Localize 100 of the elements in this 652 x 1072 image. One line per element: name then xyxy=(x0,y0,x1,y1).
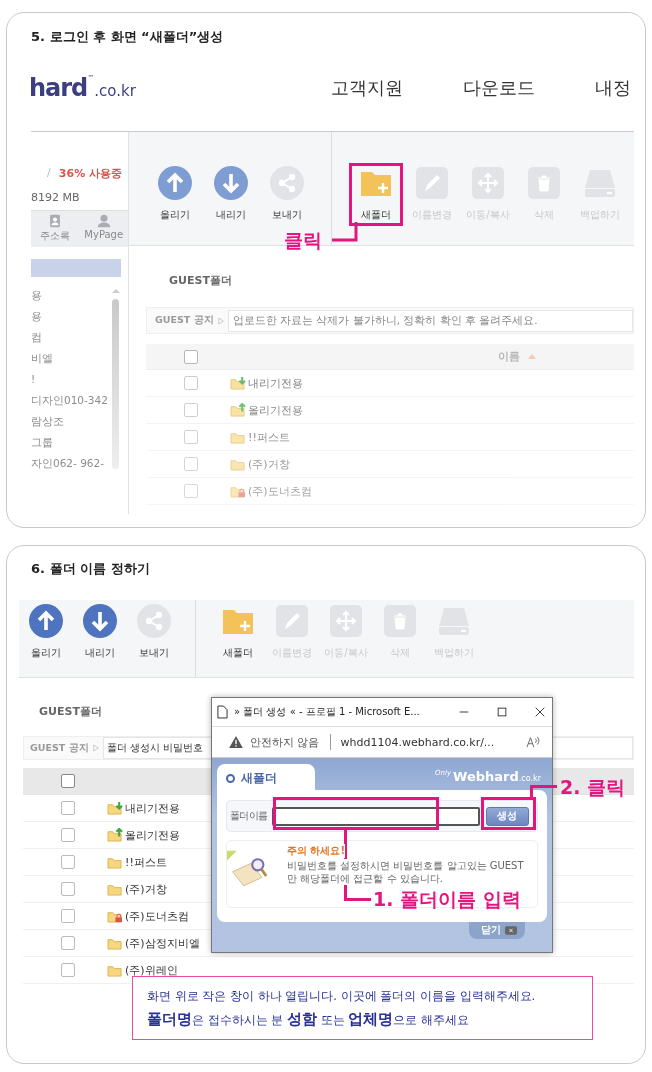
capacity-text: 8192 MB xyxy=(31,191,81,204)
upload-folder-icon xyxy=(230,403,246,417)
toolbar-button[interactable]: 새폴더 xyxy=(211,604,265,660)
locked-folder-icon xyxy=(107,909,123,923)
download-folder-icon xyxy=(230,376,246,390)
shortcut-button[interactable]: 주소록 xyxy=(31,211,80,247)
document-icon xyxy=(217,705,228,719)
folder-title: GUEST폴더 xyxy=(169,273,232,289)
folder-name[interactable]: (주)도너츠컴 xyxy=(248,483,312,499)
callout-text: 2. 클릭 xyxy=(560,775,626,800)
folder-list-item[interactable]: 디자인010-342 xyxy=(31,390,109,411)
folder-list-item[interactable]: 비엘 xyxy=(31,348,109,369)
select-all-checkbox[interactable] xyxy=(61,774,75,788)
step-title: 5. 로그인 후 화면 “새폴더”생성 xyxy=(31,28,224,46)
toolbar-button[interactable]: 보내기 xyxy=(259,166,315,222)
folder-list-item[interactable]: 그룹 xyxy=(31,432,109,453)
trash-icon xyxy=(383,604,417,638)
upload-icon xyxy=(158,166,192,200)
toolbar-button[interactable]: 보내기 xyxy=(127,604,181,660)
folder-name[interactable]: (주)위레인 xyxy=(125,962,178,978)
folder-name[interactable]: !!퍼스트 xyxy=(125,854,167,870)
sort-icon[interactable] xyxy=(528,354,536,359)
maximize-icon[interactable] xyxy=(496,706,508,718)
row-checkbox[interactable] xyxy=(61,909,75,923)
read-aloud-icon[interactable] xyxy=(526,736,540,748)
toolbar-button[interactable]: 올리기 xyxy=(147,166,203,222)
person-icon xyxy=(96,214,111,228)
folder-name[interactable]: (주)도너츠컴 xyxy=(125,908,189,924)
url-text: whdd1104.webhard.co.kr/... xyxy=(340,735,496,749)
leader-line xyxy=(530,785,557,797)
notice-text: 업로드한 자료는 삭제가 불가하니, 정확히 확인 후 올려주세요. xyxy=(227,309,633,332)
address-book-icon xyxy=(48,214,63,228)
row-checkbox[interactable] xyxy=(61,936,75,950)
leader-line xyxy=(332,222,358,242)
upload-folder-icon xyxy=(107,828,123,842)
row-checkbox[interactable] xyxy=(184,457,198,471)
pencil-icon xyxy=(275,604,309,638)
close-icon xyxy=(505,925,517,935)
folder-name[interactable]: 내리기전용 xyxy=(248,375,303,391)
folder-list-item[interactable]: 용 xyxy=(31,306,109,327)
callout-text: 클릭 xyxy=(284,228,322,253)
folder-list-item[interactable]: 용 xyxy=(31,285,109,306)
warning-icon xyxy=(229,736,243,748)
share-icon xyxy=(137,604,171,638)
trash-icon xyxy=(527,166,561,200)
row-checkbox[interactable] xyxy=(184,376,198,390)
dialog-tab[interactable]: 새폴더 xyxy=(217,764,315,790)
row-checkbox[interactable] xyxy=(61,882,75,896)
folder-name[interactable]: 올리기전용 xyxy=(125,827,180,843)
folder-name[interactable]: 올리기전용 xyxy=(248,402,303,418)
folder-icon xyxy=(107,936,123,950)
folder-icon xyxy=(107,963,123,977)
folder-name[interactable]: 내리기전용 xyxy=(125,800,180,816)
highlight-frame xyxy=(349,163,403,226)
create-button[interactable]: 생성 xyxy=(485,806,529,826)
row-checkbox[interactable] xyxy=(61,855,75,869)
usage-divider: / xyxy=(47,166,51,181)
row-checkbox[interactable] xyxy=(61,828,75,842)
toolbar-button[interactable]: 새폴더 xyxy=(348,166,404,222)
download-icon xyxy=(83,604,117,638)
folder-name[interactable]: (주)거창 xyxy=(248,456,290,472)
select-all-checkbox[interactable] xyxy=(184,349,198,364)
row-checkbox[interactable] xyxy=(184,484,198,498)
close-button[interactable]: 닫기 xyxy=(469,922,525,939)
info-text: 폴더명은 접수하시는 분 성함 또는 업체명으로 해주세요 xyxy=(147,1009,470,1030)
folder-list-item[interactable]: 람상조 xyxy=(31,411,109,432)
folder-name[interactable]: (주)거창 xyxy=(125,881,167,897)
notice-label: GUEST 공지 xyxy=(155,314,214,327)
nav-link[interactable]: 다운로드 xyxy=(463,76,535,100)
row-checkbox[interactable] xyxy=(61,963,75,977)
usage-percent: 36% 사용중 xyxy=(58,166,122,181)
shortcut-button[interactable]: MyPage xyxy=(79,211,128,247)
folder-list-item[interactable]: ! xyxy=(31,369,109,390)
pencil-icon xyxy=(415,166,449,200)
callout-text: 1. 폴더이름 입력 xyxy=(373,887,521,912)
share-icon xyxy=(270,166,304,200)
nav-link[interactable]: 내정 xyxy=(595,76,631,100)
nav-link[interactable]: 고객지원 xyxy=(331,76,403,100)
toolbar-button[interactable]: 올리기 xyxy=(19,604,73,660)
field-label: 폴더이름 xyxy=(230,809,268,823)
download-icon xyxy=(214,166,248,200)
toolbar-button[interactable]: 내리기 xyxy=(203,166,259,222)
folder-name[interactable]: !!퍼스트 xyxy=(248,429,290,445)
folder-list-item[interactable]: 자인062- 962- xyxy=(31,453,109,474)
folder-list-item[interactable]: 컴 xyxy=(31,327,109,348)
row-checkbox[interactable] xyxy=(61,801,75,815)
folder-name-input[interactable] xyxy=(271,806,480,826)
info-text: 화면 위로 작은 창이 하나 열립니다. 이곳에 폴더의 이름을 입력해주세요. xyxy=(147,988,537,1005)
folder-icon xyxy=(107,855,123,869)
row-checkbox[interactable] xyxy=(184,403,198,417)
folder-name[interactable]: (주)삼정지비엘 xyxy=(125,935,200,951)
notice-label: GUEST 공지 xyxy=(30,741,89,755)
toolbar-button[interactable]: 내리기 xyxy=(73,604,127,660)
row-checkbox[interactable] xyxy=(184,430,198,444)
move-icon xyxy=(329,604,363,638)
close-icon[interactable] xyxy=(534,706,546,718)
security-label: 안전하지 않음 xyxy=(250,734,320,750)
highlight-frame xyxy=(481,797,536,830)
folder-icon xyxy=(107,882,123,896)
download-folder-icon xyxy=(107,801,123,815)
